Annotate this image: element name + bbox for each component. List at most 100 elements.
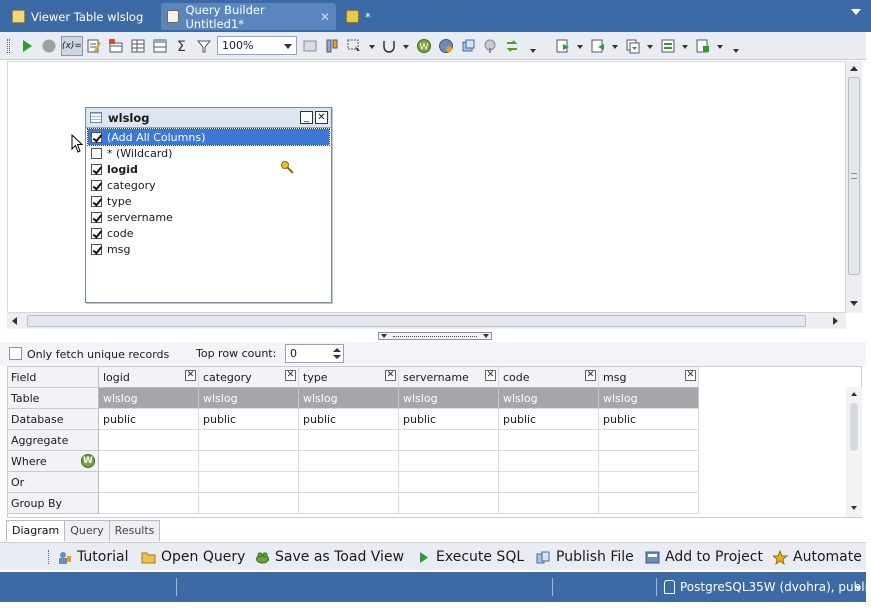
tab-query-builder[interactable]: Query Builder Untitled1* ✕: [161, 3, 336, 31]
grid-cell-group-by[interactable]: [599, 493, 699, 514]
scroll-up-icon[interactable]: [851, 392, 857, 396]
grid-view-icon[interactable]: [152, 38, 168, 54]
chevron-down-icon[interactable]: [369, 45, 375, 49]
chevron-down-icon[interactable]: [855, 586, 861, 590]
toolbar-grip[interactable]: [7, 39, 10, 53]
tab-viewer-table[interactable]: Viewer Table wlslog: [6, 3, 158, 30]
chevron-down-icon[interactable]: [530, 49, 536, 53]
grid-cell-where[interactable]: [499, 451, 599, 472]
column-item-wildcard[interactable]: * (Wildcard): [86, 145, 331, 161]
grid-cell-where[interactable]: [99, 451, 199, 472]
stop-icon[interactable]: [41, 38, 57, 54]
table-box-wlslog[interactable]: wlslog _ ✕ (Add All Columns) * (Wildcard…: [85, 107, 332, 303]
remove-column-icon[interactable]: ✕: [685, 370, 696, 381]
grid-cell-where[interactable]: [599, 451, 699, 472]
grid-cell-aggregate[interactable]: [299, 430, 399, 451]
tools-icon[interactable]: [482, 38, 498, 54]
column-checkbox[interactable]: [91, 131, 102, 143]
import-icon[interactable]: [590, 38, 606, 54]
where-builder-icon[interactable]: W: [81, 454, 95, 468]
grid-cell-group-by[interactable]: [299, 493, 399, 514]
arrange-icon[interactable]: [324, 38, 340, 54]
grid-cell-or[interactable]: [99, 472, 199, 493]
tab-diagram[interactable]: Diagram: [6, 520, 66, 541]
grid-cell-database[interactable]: public: [599, 409, 699, 430]
chevron-down-icon[interactable]: [717, 45, 723, 49]
grid-field-header[interactable]: category ✕: [199, 367, 299, 388]
top-row-count-stepper[interactable]: 0: [285, 344, 344, 363]
grid-cell-database[interactable]: public: [399, 409, 499, 430]
grid-cell-table[interactable]: wlslog: [299, 388, 399, 409]
connection-selector[interactable]: PostgreSQL35W (dvohra), public: [680, 580, 871, 594]
grid-cell-aggregate[interactable]: [499, 430, 599, 451]
remove-column-icon[interactable]: ✕: [385, 370, 396, 381]
grid-cell-table[interactable]: wlslog: [399, 388, 499, 409]
add-table-icon[interactable]: [108, 38, 124, 54]
column-item-logid[interactable]: logid: [86, 161, 331, 177]
save-toad-view-button[interactable]: Save as Toad View: [255, 547, 404, 567]
unique-records-checkbox[interactable]: [9, 347, 22, 360]
toolbar-grip[interactable]: [48, 550, 51, 564]
tab-editor[interactable]: *: [340, 3, 400, 30]
grid-cell-or[interactable]: [299, 472, 399, 493]
diagram-vertical-scrollbar[interactable]: [846, 61, 862, 313]
pane-splitter[interactable]: [378, 332, 492, 340]
grid-cell-group-by[interactable]: [399, 493, 499, 514]
column-checkbox[interactable]: [91, 227, 102, 239]
remove-column-icon[interactable]: ✕: [485, 370, 496, 381]
automate-button[interactable]: Automate: [773, 547, 862, 567]
tab-results[interactable]: Results: [109, 520, 161, 541]
chevron-down-icon[interactable]: [403, 45, 409, 49]
grid-cell-or[interactable]: [599, 472, 699, 493]
run-icon[interactable]: [19, 38, 35, 54]
edit-sql-icon[interactable]: [86, 38, 102, 54]
chevron-down-icon[interactable]: [647, 45, 653, 49]
grid-cell-table[interactable]: wlslog: [599, 388, 699, 409]
layout-icon[interactable]: [302, 38, 318, 54]
column-checkbox[interactable]: [91, 179, 102, 191]
column-checkbox[interactable]: [91, 211, 102, 223]
toolbar-overflow-icon[interactable]: [733, 49, 739, 53]
grid-cell-or[interactable]: [199, 472, 299, 493]
table-box-header[interactable]: wlslog _ ✕: [86, 108, 331, 128]
grid-vertical-scrollbar[interactable]: [846, 387, 862, 517]
chevron-down-icon[interactable]: [577, 45, 583, 49]
scrollbar-thumb[interactable]: [27, 315, 806, 327]
scroll-left-icon[interactable]: [12, 317, 17, 325]
grid-cell-database[interactable]: public: [299, 409, 399, 430]
grid-cell-where[interactable]: [199, 451, 299, 472]
grid-cell-aggregate[interactable]: [99, 430, 199, 451]
refresh-icon[interactable]: [504, 38, 520, 54]
scroll-up-icon[interactable]: [850, 66, 858, 71]
column-item-type[interactable]: type: [86, 193, 331, 209]
column-checkbox[interactable]: [91, 147, 102, 159]
table-properties-icon[interactable]: [130, 38, 146, 54]
grid-cell-table[interactable]: wlslog: [499, 388, 599, 409]
column-item-msg[interactable]: msg: [86, 241, 331, 257]
tab-query[interactable]: Query: [65, 520, 110, 541]
tab-list-dropdown-icon[interactable]: [851, 9, 861, 15]
grid-field-header[interactable]: code ✕: [499, 367, 599, 388]
column-checkbox[interactable]: [91, 163, 102, 175]
collapse-down-icon[interactable]: [483, 334, 489, 338]
column-item-code[interactable]: code: [86, 225, 331, 241]
grid-cell-table[interactable]: wlslog: [99, 388, 199, 409]
where-icon[interactable]: W: [416, 38, 432, 54]
increment-icon[interactable]: [333, 348, 341, 352]
minimize-icon[interactable]: _: [300, 111, 313, 124]
column-item-servername[interactable]: servername: [86, 209, 331, 225]
tutorial-button[interactable]: Tutorial: [57, 547, 128, 567]
column-checkbox[interactable]: [91, 243, 102, 255]
grid-cell-table[interactable]: wlslog: [199, 388, 299, 409]
grid-cell-group-by[interactable]: [199, 493, 299, 514]
remove-column-icon[interactable]: ✕: [185, 370, 196, 381]
variables-icon[interactable]: (x)=: [61, 36, 83, 56]
grid-cell-or[interactable]: [399, 472, 499, 493]
cube-icon[interactable]: [460, 38, 476, 54]
close-icon[interactable]: ✕: [315, 111, 328, 124]
grid-cell-or[interactable]: [499, 472, 599, 493]
report-icon[interactable]: [695, 38, 711, 54]
scroll-right-icon[interactable]: [833, 317, 838, 325]
export-icon[interactable]: [555, 38, 571, 54]
grid-cell-where[interactable]: [399, 451, 499, 472]
